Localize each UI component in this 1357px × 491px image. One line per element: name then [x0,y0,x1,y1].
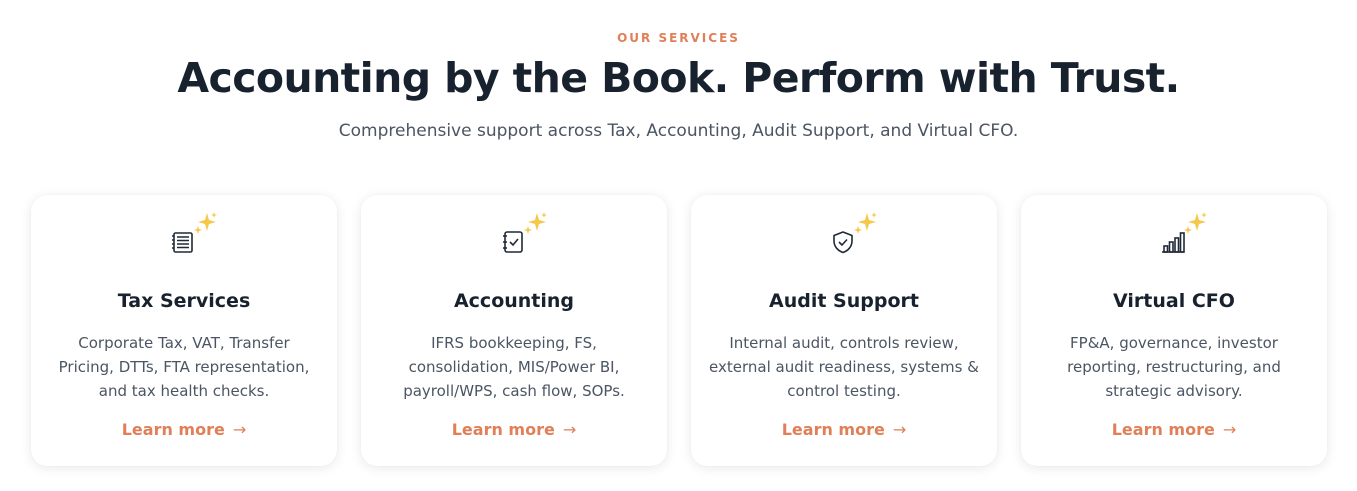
arrow-right-icon: → [562,420,577,439]
service-card-audit: Audit Support Internal audit, controls r… [691,195,997,466]
card-description: FP&A, governance, investor reporting, re… [1067,334,1281,400]
card-description: IFRS bookkeeping, FS, consolidation, MIS… [403,334,625,400]
card-title: Audit Support [769,290,919,312]
learn-more-label: Learn more [781,420,885,439]
sparkle-icon [850,210,880,240]
sparkle-icon [190,210,220,240]
learn-more-link[interactable]: Learn more → [361,420,667,439]
service-card-virtual-cfo: Virtual CFO FP&A, governance, investor r… [1021,195,1327,466]
arrow-right-icon: → [1222,420,1237,439]
card-description: Corporate Tax, VAT, Transfer Pricing, DT… [58,334,310,400]
section-eyebrow: OUR SERVICES [617,31,740,45]
arrow-right-icon: → [892,420,907,439]
learn-more-link[interactable]: Learn more → [691,420,997,439]
learn-more-link[interactable]: Learn more → [1021,420,1327,439]
sparkle-icon [1180,210,1210,240]
card-title: Tax Services [117,290,251,312]
card-title: Virtual CFO [1113,290,1235,312]
card-title: Accounting [453,290,575,312]
learn-more-label: Learn more [121,420,225,439]
learn-more-label: Learn more [451,420,555,439]
service-card-tax: Tax Services Corporate Tax, VAT, Transfe… [31,195,337,466]
sparkle-icon [520,210,550,240]
card-description: Internal audit, controls review, externa… [709,334,979,400]
section-headline: Accounting by the Book. Perform with Tru… [177,54,1180,102]
learn-more-label: Learn more [1111,420,1215,439]
arrow-right-icon: → [232,420,247,439]
learn-more-link[interactable]: Learn more → [31,420,337,439]
section-subheading: Comprehensive support across Tax, Accoun… [338,121,1019,141]
service-card-accounting: Accounting IFRS bookkeeping, FS, consoli… [361,195,667,466]
